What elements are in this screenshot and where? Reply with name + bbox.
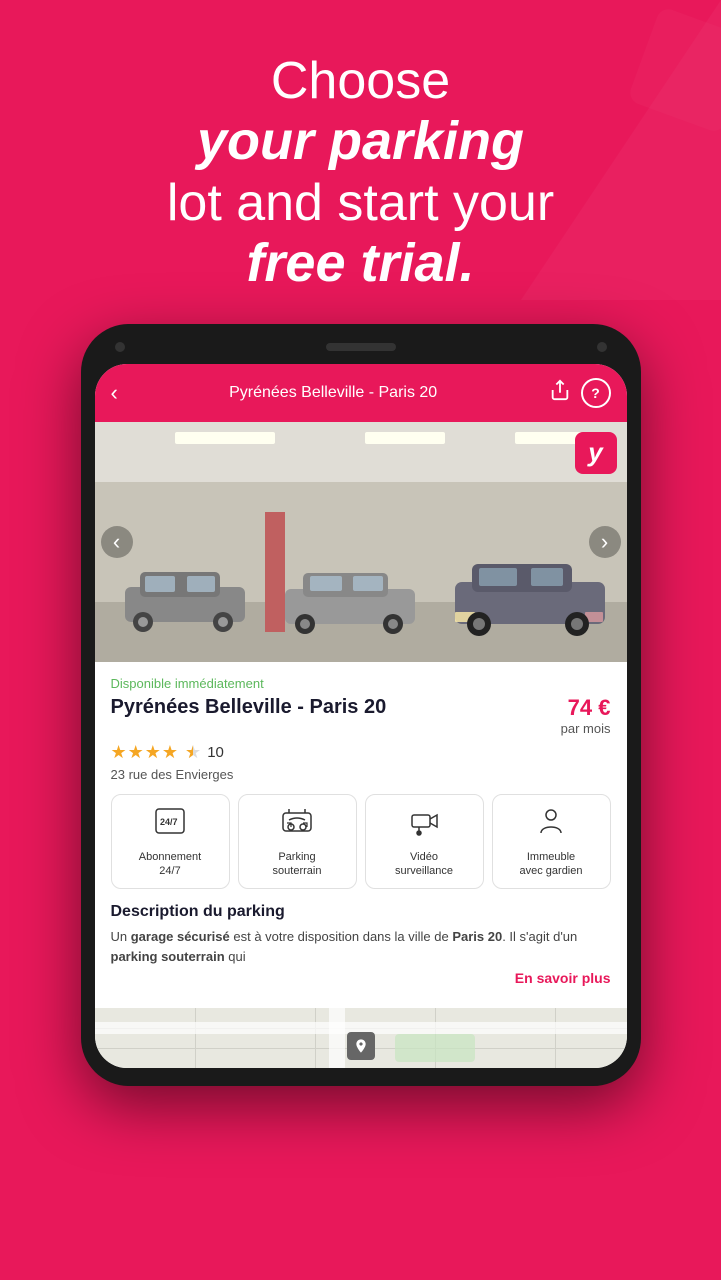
phone-top-bar: [95, 342, 627, 364]
description-title: Description du parking: [111, 903, 611, 921]
phone-frame: ‹ Pyrénées Belleville - Paris 20 ?: [81, 324, 641, 1087]
map-location-icon: [347, 1032, 375, 1060]
feature-247: 24/7 Abonnement24/7: [111, 794, 230, 890]
phone-mockup: ‹ Pyrénées Belleville - Paris 20 ?: [0, 324, 721, 1087]
help-button[interactable]: ?: [581, 378, 611, 408]
description-text: Un garage sécurisé est à votre dispositi…: [111, 927, 611, 966]
availability-badge: Disponible immédiatement: [111, 676, 611, 691]
parking-image-carousel[interactable]: y ‹ ›: [95, 422, 627, 662]
garage-light-2: [365, 432, 445, 444]
feature-underground: Parkingsouterrain: [238, 794, 357, 890]
price-period: par mois: [561, 721, 611, 736]
hero-line3: lot and start your: [60, 172, 661, 234]
map-grid-line-v: [555, 1008, 556, 1068]
map-grid-line-v: [315, 1008, 316, 1068]
feature-underground-icon: [281, 805, 313, 844]
screen-title: Pyrénées Belleville - Paris 20: [118, 384, 549, 402]
garage-light-1: [175, 432, 275, 444]
parking-name: Pyrénées Belleville - Paris 20: [111, 695, 387, 719]
feature-surveillance-icon: [408, 805, 440, 844]
hero-line2: your parking: [60, 112, 661, 171]
read-more-button[interactable]: En savoir plus: [111, 970, 611, 986]
camera-dot: [115, 342, 125, 352]
feature-247-label: Abonnement24/7: [139, 850, 201, 879]
garage-ceiling: [95, 422, 627, 482]
app-logo: y: [575, 432, 617, 474]
feature-underground-label: Parkingsouterrain: [273, 850, 322, 879]
parking-address: 23 rue des Envierges: [111, 767, 611, 782]
map-grid-line-v: [195, 1008, 196, 1068]
car-2: [275, 561, 425, 636]
carousel-prev[interactable]: ‹: [101, 526, 133, 558]
car-3: [447, 552, 617, 642]
half-star-fill: ★: [185, 742, 193, 763]
parking-title-row: Pyrénées Belleville - Paris 20 74 € par …: [111, 695, 611, 736]
hero-line1: Choose: [60, 50, 661, 112]
car-1: [115, 562, 255, 632]
feature-concierge-label: Immeubleavec gardien: [520, 850, 583, 879]
share-button[interactable]: [549, 379, 571, 406]
header-actions: ?: [549, 378, 611, 408]
rating-stars: ★★★★: [111, 742, 180, 763]
price-block: 74 € par mois: [561, 695, 611, 736]
description-section: Description du parking Un garage sécuris…: [111, 903, 611, 994]
svg-text:24/7: 24/7: [160, 817, 178, 827]
parking-info-section: Disponible immédiatement Pyrénées Bellev…: [95, 662, 627, 1009]
hero-line4: free trial.: [60, 234, 661, 293]
map-park-area: [395, 1034, 475, 1062]
feature-surveillance: Vidéosurveillance: [365, 794, 484, 890]
feature-surveillance-label: Vidéosurveillance: [395, 850, 453, 879]
speaker: [326, 343, 396, 351]
half-star-icon: ★ ★: [185, 742, 201, 763]
price-amount: 74 €: [568, 695, 611, 720]
feature-concierge: Immeubleavec gardien: [492, 794, 611, 890]
hero-section: Choose your parking lot and start your f…: [0, 0, 721, 324]
map-road-v: [329, 1008, 345, 1068]
rating-row: ★★★★ ★ ★ 10: [111, 742, 611, 763]
map-preview[interactable]: [95, 1008, 627, 1068]
features-row: 24/7 Abonnement24/7: [111, 794, 611, 890]
rating-count: 10: [207, 744, 224, 761]
phone-screen: ‹ Pyrénées Belleville - Paris 20 ?: [95, 364, 627, 1069]
camera-dot-2: [597, 342, 607, 352]
share-icon: [549, 379, 571, 401]
carousel-next[interactable]: ›: [589, 526, 621, 558]
feature-concierge-icon: [535, 805, 567, 844]
back-button[interactable]: ‹: [111, 380, 118, 406]
feature-247-icon: 24/7: [154, 805, 186, 844]
app-header: ‹ Pyrénées Belleville - Paris 20 ?: [95, 364, 627, 422]
